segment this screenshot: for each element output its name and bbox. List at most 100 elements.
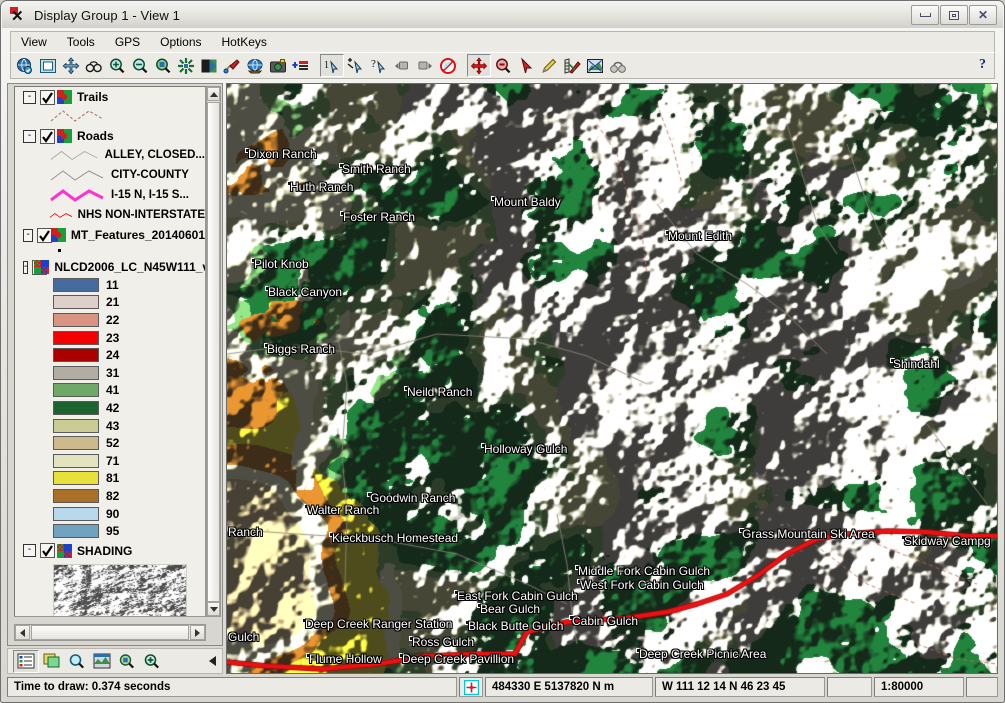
collapse-legend-button[interactable] (209, 656, 216, 666)
zoom-region-icon[interactable] (492, 55, 514, 76)
layer-expander-nlcd[interactable]: - (23, 260, 29, 274)
layer-nlcd[interactable]: - NLCD2006_LC_N45W111_v1 11 21 22 23 24 31 41 4… (15, 258, 205, 540)
full-extent-icon[interactable] (37, 55, 59, 76)
zoom-window-icon[interactable] (152, 55, 174, 76)
edit-pencil-icon[interactable] (538, 55, 560, 76)
map-point-marker (287, 181, 292, 186)
map-point-marker (575, 565, 580, 570)
zoom-in-icon[interactable] (106, 55, 128, 76)
raster-tool-icon[interactable] (584, 55, 606, 76)
layer-checkbox-mt-features[interactable] (37, 227, 53, 243)
layer-roads[interactable]: - Roads ALLEY, CLOSED... CITY-COUNTY I-1… (15, 127, 205, 225)
map-point-marker (302, 618, 307, 623)
map-point-marker (399, 653, 404, 658)
legend-list-icon[interactable] (13, 649, 39, 673)
scroll-thumb[interactable] (207, 102, 220, 602)
help-pointer-icon[interactable]: ? (368, 55, 390, 76)
nlcd-color-swatch (53, 453, 99, 468)
scroll-left-button[interactable] (15, 625, 30, 640)
map-canvas[interactable] (227, 84, 997, 673)
raster-display-icon[interactable] (90, 651, 114, 672)
menu-view[interactable]: View (11, 33, 57, 51)
nlcd-color-swatch (53, 400, 99, 415)
help-button[interactable]: ? (979, 57, 986, 73)
scroll-right-button[interactable] (190, 625, 205, 640)
menu-hotkeys[interactable]: HotKeys (212, 33, 277, 51)
map-point-marker (245, 148, 250, 153)
layer-expander-roads[interactable]: - (23, 129, 36, 143)
zoom-layer-icon[interactable] (115, 651, 139, 672)
layer-mt-features[interactable]: - MT_Features_20140601 (15, 226, 205, 257)
measure-ruler-icon[interactable] (561, 55, 583, 76)
layer-checkbox-roads[interactable] (40, 128, 55, 144)
add-layer-icon[interactable] (290, 55, 312, 76)
nlcd-class-value: 42 (106, 400, 120, 415)
scroll-down-button[interactable] (207, 602, 220, 616)
select-arrow-icon[interactable] (515, 55, 537, 76)
layer-properties-icon[interactable] (40, 651, 64, 672)
move-feature-icon[interactable] (467, 54, 491, 77)
map-point-marker (491, 196, 496, 201)
interstate-line-symbol (50, 188, 104, 202)
minimize-button[interactable] (911, 5, 939, 25)
identify-one-icon[interactable]: 1 (320, 54, 344, 77)
layer-expander-shading[interactable]: - (23, 544, 36, 558)
raster-layer-icon (57, 543, 72, 558)
layer-expander-trails[interactable]: - (23, 90, 36, 104)
close-button[interactable]: ✕ (969, 5, 997, 25)
nlcd-class-row: 43 (15, 417, 205, 435)
cancel-icon[interactable] (437, 55, 459, 76)
nlcd-color-swatch (53, 312, 99, 327)
layer-checkbox-trails[interactable] (40, 89, 55, 105)
pan-icon[interactable] (60, 55, 82, 76)
globe-projection-icon[interactable] (244, 55, 266, 76)
map-point-marker (481, 443, 486, 448)
legend-vertical-scrollbar[interactable] (206, 86, 221, 617)
gps-antenna-icon: ✕ (10, 6, 24, 25)
globe-refresh-icon[interactable] (14, 55, 36, 76)
nlcd-class-value: 31 (106, 365, 120, 380)
vector-layer-icon (57, 129, 72, 143)
layer-checkbox-shading[interactable] (40, 543, 55, 559)
nlcd-color-swatch (53, 277, 99, 292)
nlcd-class-row: 95 (15, 522, 205, 540)
layer-trails[interactable]: - Trails (15, 88, 205, 126)
snapshot-camera-icon[interactable] (267, 55, 289, 76)
step-forward-icon[interactable] (414, 55, 436, 76)
zoom-selected-icon[interactable] (175, 55, 197, 76)
measure-icon[interactable] (221, 55, 243, 76)
menu-options[interactable]: Options (150, 33, 211, 51)
menu-gps[interactable]: GPS (105, 33, 150, 51)
nlcd-class-value: 82 (106, 488, 120, 503)
legend-horizontal-scrollbar[interactable] (14, 624, 206, 641)
layer-flip-icon[interactable] (198, 55, 220, 76)
menu-tools[interactable]: Tools (57, 33, 105, 51)
nlcd-class-row: 11 (15, 276, 205, 294)
nlcd-class-row: 23 (15, 329, 205, 347)
layer-name-nlcd: NLCD2006_LC_N45W111_v1 (54, 260, 206, 274)
h-scroll-thumb[interactable] (31, 625, 189, 640)
nlcd-class-value: 90 (106, 506, 120, 521)
map-point-marker (340, 211, 345, 216)
zoom-plus-icon[interactable] (140, 651, 164, 672)
find-icon[interactable] (65, 651, 89, 672)
nlcd-color-swatch (53, 488, 99, 503)
nlcd-class-value: 24 (106, 348, 120, 363)
layer-shading[interactable]: - SHADING (15, 542, 205, 616)
identify-multi-icon[interactable] (345, 55, 367, 76)
binocular-icon[interactable] (607, 55, 629, 76)
step-back-icon[interactable] (391, 55, 413, 76)
legend-class-trails (15, 106, 205, 126)
maximize-button[interactable] (940, 5, 968, 25)
nlcd-class-value: 21 (106, 295, 120, 310)
layer-expander-mt-features[interactable]: - (23, 228, 34, 242)
nlcd-class-value: 23 (106, 330, 120, 345)
zoom-out-icon[interactable] (129, 55, 151, 76)
status-blank-field (827, 677, 872, 697)
map-view[interactable]: Dixon Ranch Smith Ranch Huth Ranch Foster R… (226, 83, 998, 674)
scroll-up-button[interactable] (207, 87, 220, 101)
zoom-previous-icon[interactable] (83, 55, 105, 76)
menu-bar: View Tools GPS Options HotKeys (10, 31, 995, 53)
nlcd-class-value: 41 (106, 383, 120, 398)
nlcd-class-value: 11 (106, 277, 119, 292)
